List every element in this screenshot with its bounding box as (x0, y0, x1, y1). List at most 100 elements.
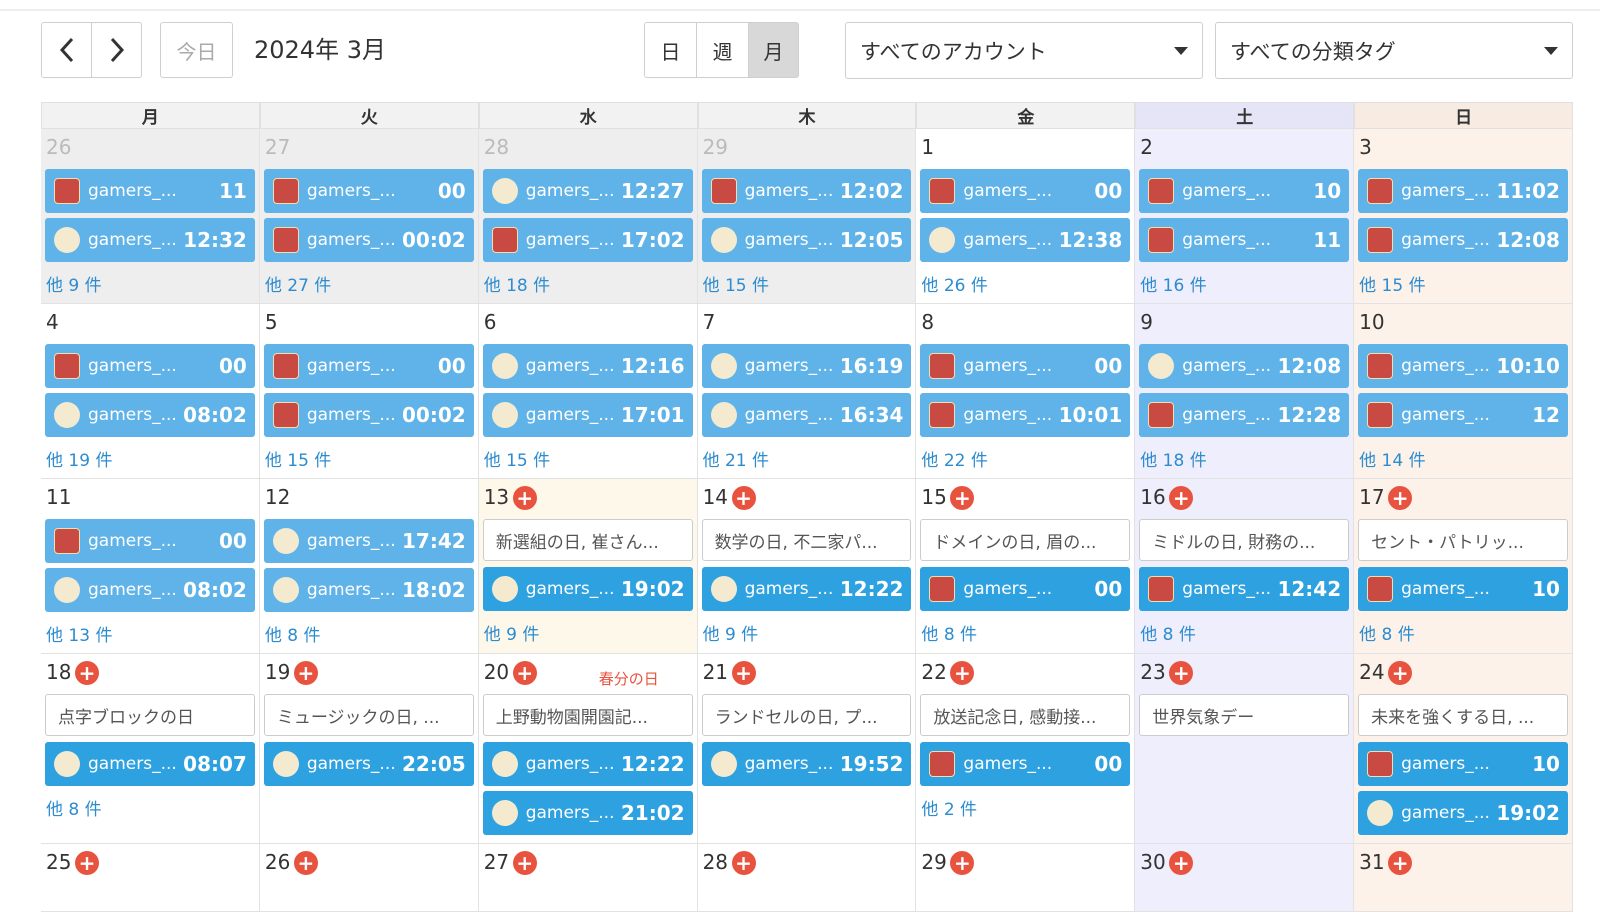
calendar-event[interactable]: gamers_... 12:16 (482, 344, 693, 388)
view-week-button[interactable]: 週 (696, 22, 749, 78)
calendar-event[interactable]: gamers_... 00:02 (263, 393, 474, 437)
calendar-event[interactable]: gamers_... 17:42 (263, 519, 474, 563)
calendar-event[interactable]: gamers_... 00 (920, 567, 1131, 611)
day-cell[interactable]: 7 gamers_... 16:19 gamers_... 16:34 他 21 件 (697, 304, 917, 479)
day-cell[interactable]: 27 gamers_... 00 gamers_... 00:02 他 27 件 (259, 129, 479, 304)
view-month-button[interactable]: 月 (748, 22, 799, 78)
add-event-icon[interactable]: + (293, 661, 318, 685)
more-events-link[interactable]: 他 9 件 (46, 271, 102, 296)
anniversary-note[interactable]: ドメインの日, 眉の... (920, 519, 1131, 561)
calendar-event[interactable]: gamers_... 10 (1358, 567, 1568, 611)
anniversary-note[interactable]: セント・パトリッ... (1358, 519, 1568, 561)
day-cell[interactable]: 21 + ランドセルの日, プ... gamers_... 19:52 (697, 654, 917, 844)
calendar-event[interactable]: gamers_... 11:02 (1358, 169, 1568, 213)
calendar-event[interactable]: gamers_... 08:07 (45, 742, 255, 786)
day-cell[interactable]: 9 gamers_... 12:08 gamers_... 12:28 他 18 件 (1135, 304, 1355, 479)
more-events-link[interactable]: 他 15 件 (484, 446, 550, 471)
anniversary-note[interactable]: 放送記念日, 感動接... (920, 694, 1131, 736)
calendar-event[interactable]: gamers_... 12:32 (45, 218, 255, 262)
calendar-event[interactable]: gamers_... 12:22 (701, 567, 912, 611)
add-event-icon[interactable]: + (731, 851, 756, 875)
calendar-event[interactable]: gamers_... 22:05 (263, 742, 474, 786)
tag-select[interactable]: すべての分類タグ (1215, 22, 1573, 79)
day-cell[interactable]: 12 gamers_... 17:42 gamers_... 18:02 他 8 件 (259, 479, 479, 654)
calendar-event[interactable]: gamers_... 00 (263, 344, 474, 388)
calendar-event[interactable]: gamers_... 21:02 (482, 791, 693, 835)
next-month-button[interactable] (91, 22, 142, 78)
calendar-event[interactable]: gamers_... 11 (45, 169, 255, 213)
calendar-event[interactable]: gamers_... 10:01 (920, 393, 1131, 437)
calendar-event[interactable]: gamers_... 12:38 (920, 218, 1131, 262)
more-events-link[interactable]: 他 8 件 (265, 621, 321, 646)
calendar-event[interactable]: gamers_... 12:22 (482, 742, 693, 786)
calendar-event[interactable]: gamers_... 08:02 (45, 568, 255, 612)
day-cell[interactable]: 23 + 世界気象デー (1135, 654, 1355, 844)
calendar-event[interactable]: gamers_... 12:28 (1139, 393, 1350, 437)
anniversary-note[interactable]: 新選組の日, 崔さん... (482, 519, 693, 561)
prev-month-button[interactable] (41, 22, 92, 78)
day-cell[interactable]: 30 + (1135, 844, 1355, 912)
calendar-event[interactable]: gamers_... 00 (920, 344, 1131, 388)
anniversary-note[interactable]: ミュージックの日, ... (263, 694, 474, 736)
calendar-event[interactable]: gamers_... 19:02 (482, 567, 693, 611)
calendar-event[interactable]: gamers_... 12 (1358, 393, 1568, 437)
calendar-event[interactable]: gamers_... 00:02 (263, 218, 474, 262)
add-event-icon[interactable]: + (1169, 486, 1194, 510)
day-cell[interactable]: 28 gamers_... 12:27 gamers_... 17:02 他 18 件 (478, 129, 698, 304)
more-events-link[interactable]: 他 15 件 (265, 446, 331, 471)
day-cell[interactable]: 4 gamers_... 00 gamers_... 08:02 他 19 件 (41, 304, 260, 479)
day-cell[interactable]: 11 gamers_... 00 gamers_... 08:02 他 13 件 (41, 479, 260, 654)
calendar-event[interactable]: gamers_... 00 (920, 169, 1131, 213)
more-events-link[interactable]: 他 9 件 (703, 620, 759, 645)
day-cell[interactable]: 18 + 点字ブロックの日 gamers_... 08:07 他 8 件 (41, 654, 260, 844)
add-event-icon[interactable]: + (512, 661, 537, 685)
more-events-link[interactable]: 他 13 件 (46, 621, 112, 646)
more-events-link[interactable]: 他 15 件 (703, 271, 769, 296)
today-button[interactable]: 今日 (160, 22, 233, 78)
more-events-link[interactable]: 他 15 件 (1359, 271, 1425, 296)
add-event-icon[interactable]: + (75, 851, 99, 875)
calendar-event[interactable]: gamers_... 18:02 (263, 568, 474, 612)
calendar-event[interactable]: gamers_... 12:27 (482, 169, 693, 213)
day-cell[interactable]: 13 + 新選組の日, 崔さん... gamers_... 19:02 他 9 件 (478, 479, 698, 654)
day-cell[interactable]: 17 + セント・パトリッ... gamers_... 10 他 8 件 (1354, 479, 1573, 654)
anniversary-note[interactable]: 世界気象デー (1139, 694, 1350, 736)
anniversary-note[interactable]: 未来を強くする日, ... (1358, 694, 1568, 736)
add-event-icon[interactable]: + (731, 661, 756, 685)
calendar-event[interactable]: gamers_... 11 (1139, 218, 1350, 262)
view-day-button[interactable]: 日 (644, 22, 697, 78)
calendar-event[interactable]: gamers_... 17:02 (482, 218, 693, 262)
more-events-link[interactable]: 他 27 件 (265, 271, 331, 296)
add-event-icon[interactable]: + (512, 851, 537, 875)
add-event-icon[interactable]: + (950, 661, 975, 685)
anniversary-note[interactable]: 点字ブロックの日 (45, 694, 255, 736)
calendar-event[interactable]: gamers_... 12:42 (1139, 567, 1350, 611)
day-cell[interactable]: 25 + (41, 844, 260, 912)
calendar-event[interactable]: gamers_... 12:08 (1358, 218, 1568, 262)
calendar-event[interactable]: gamers_... 00 (45, 519, 255, 563)
day-cell[interactable]: 22 + 放送記念日, 感動接... gamers_... 00 他 2 件 (916, 654, 1136, 844)
add-event-icon[interactable]: + (1388, 661, 1413, 685)
more-events-link[interactable]: 他 9 件 (484, 620, 540, 645)
day-cell[interactable]: 31 + (1354, 844, 1573, 912)
more-events-link[interactable]: 他 8 件 (1140, 620, 1196, 645)
more-events-link[interactable]: 他 21 件 (703, 446, 769, 471)
day-cell[interactable]: 26 + (259, 844, 479, 912)
calendar-event[interactable]: gamers_... 08:02 (45, 393, 255, 437)
calendar-event[interactable]: gamers_... 00 (920, 742, 1131, 786)
more-events-link[interactable]: 他 8 件 (1359, 620, 1415, 645)
calendar-event[interactable]: gamers_... 00 (263, 169, 474, 213)
day-cell[interactable]: 27 + (478, 844, 698, 912)
day-cell[interactable]: 5 gamers_... 00 gamers_... 00:02 他 15 件 (259, 304, 479, 479)
day-cell[interactable]: 16 + ミドルの日, 財務の... gamers_... 12:42 他 8 件 (1135, 479, 1355, 654)
anniversary-note[interactable]: 上野動物園開園記... (482, 694, 693, 736)
more-events-link[interactable]: 他 8 件 (921, 620, 977, 645)
day-cell[interactable]: 28 + (697, 844, 917, 912)
calendar-event[interactable]: gamers_... 12:05 (701, 218, 912, 262)
day-cell[interactable]: 14 + 数学の日, 不二家パ... gamers_... 12:22 他 9 件 (697, 479, 917, 654)
account-select[interactable]: すべてのアカウント (845, 22, 1203, 79)
anniversary-note[interactable]: ランドセルの日, プ... (701, 694, 912, 736)
more-events-link[interactable]: 他 26 件 (921, 271, 987, 296)
calendar-event[interactable]: gamers_... 10:10 (1358, 344, 1568, 388)
anniversary-note[interactable]: ミドルの日, 財務の... (1139, 519, 1350, 561)
